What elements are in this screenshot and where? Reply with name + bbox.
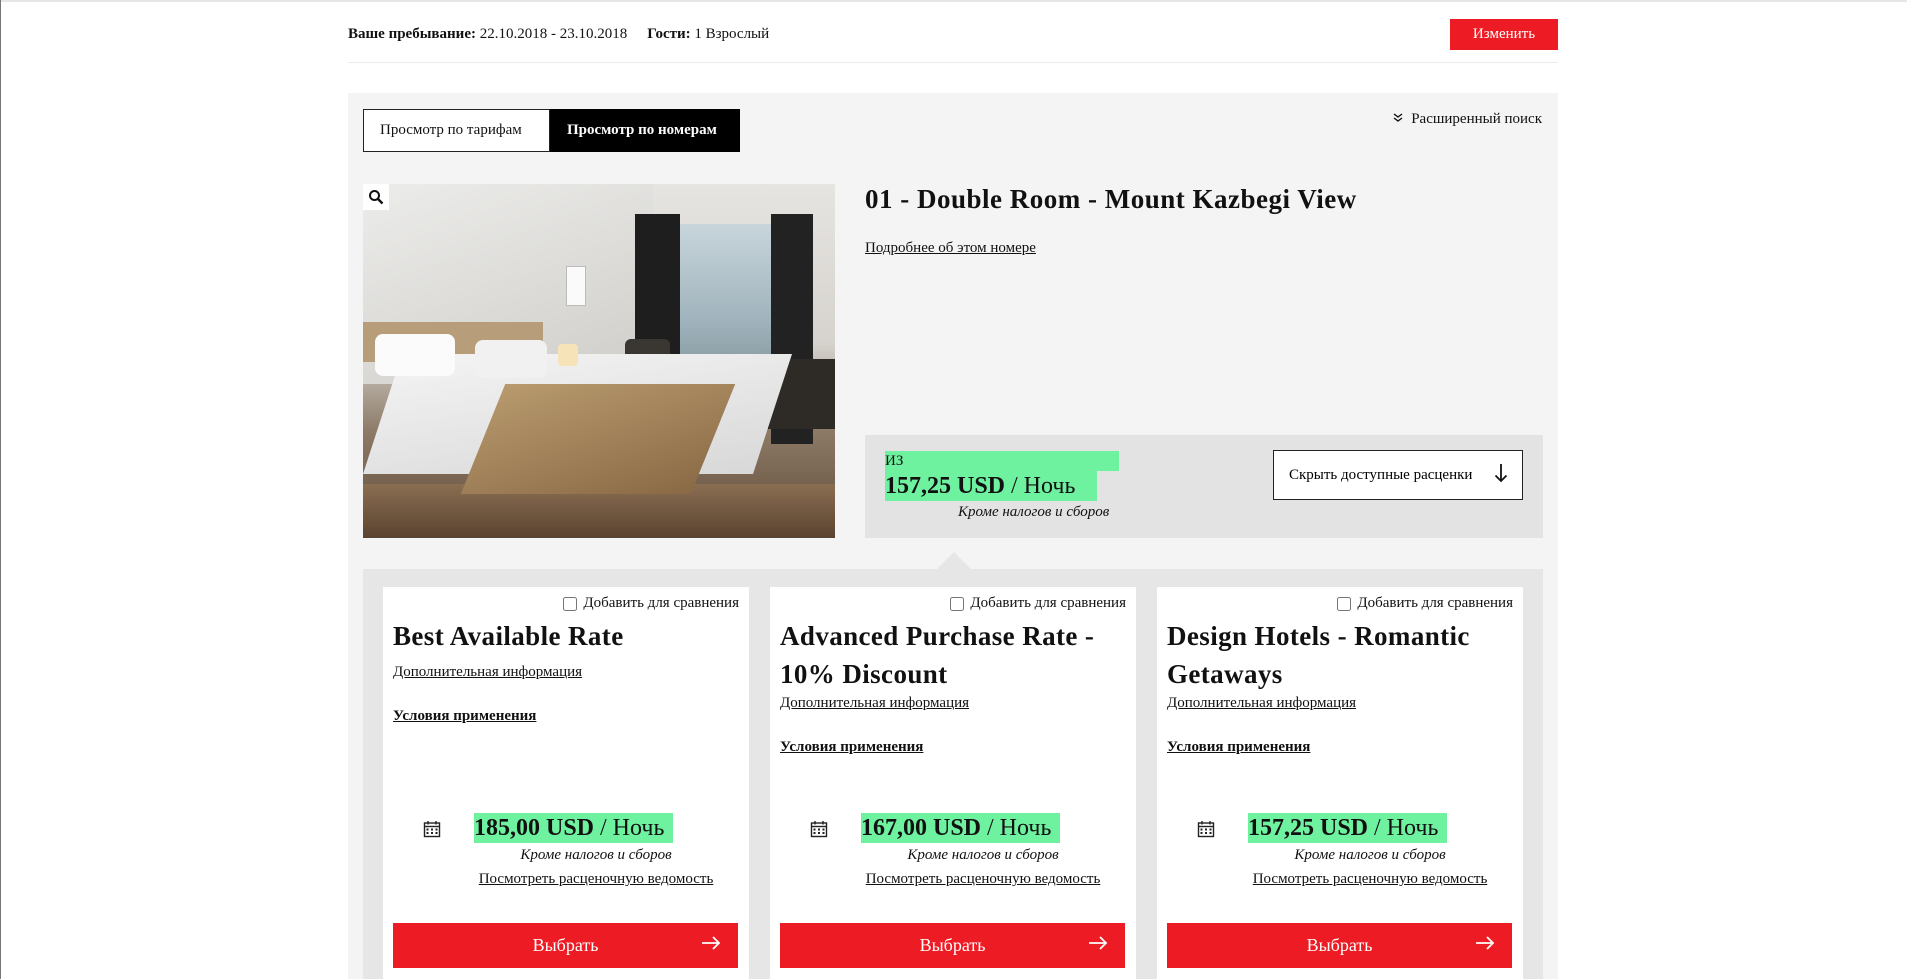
rate-terms-link[interactable]: Условия применения (393, 708, 536, 725)
tax-note: Кроме налогов и сборов (958, 504, 1110, 520)
room-details-link[interactable]: Подробнее об этом номере (865, 240, 1036, 257)
photo-pillow (475, 340, 547, 378)
rates-panel: Добавить для сравнения Best Available Ra… (363, 569, 1543, 979)
rate-price-amount: 185,00 USD (474, 815, 595, 841)
stay-guests: Гости: 1 Взрослый (647, 26, 769, 43)
rate-name: Advanced Purchase Rate - 10% Discount (780, 621, 1095, 689)
from-label: ИЗ (885, 451, 1119, 471)
stay-summary-bar: Ваше пребывание: 22.10.2018 - 23.10.2018… (348, 14, 1558, 54)
rates-panel-pointer (937, 552, 971, 569)
window-top-edge (0, 0, 1907, 2)
from-price: 157,25 USD / Ночь (885, 471, 1098, 501)
tax-note: Кроме налогов и сборов (1294, 847, 1446, 863)
select-label: Выбрать (1306, 935, 1373, 955)
photo-pillow (375, 334, 455, 376)
tax-note: Кроме налогов и сборов (907, 847, 1059, 863)
select-label: Выбрать (532, 935, 599, 955)
calendar-icon[interactable] (810, 820, 828, 843)
select-label: Выбрать (919, 935, 986, 955)
arrow-right-icon (1474, 932, 1496, 958)
rate-card: Добавить для сравнения Advanced Purchase… (770, 587, 1136, 979)
select-rate-button[interactable]: Выбрать (393, 923, 738, 968)
select-rate-button[interactable]: Выбрать (1167, 923, 1512, 968)
hide-rates-label: Скрыть доступные расценки (1289, 466, 1473, 483)
rate-terms-link[interactable]: Условия применения (780, 739, 923, 756)
rate-price: 157,25 USD / Ночь (1248, 813, 1448, 843)
room-photo[interactable] (363, 184, 835, 538)
photo-bed-throw (460, 384, 736, 494)
rate-name: Design Hotels - Romantic Getaways (1167, 621, 1470, 689)
divider (348, 62, 1558, 63)
rate-price-amount: 167,00 USD (861, 815, 982, 841)
rate-price: 185,00 USD / Ночь (474, 813, 674, 843)
guests-label: Гости: (647, 25, 691, 42)
arrow-right-icon (1087, 932, 1109, 958)
magnifier-icon[interactable] (363, 184, 389, 210)
stay-dates-value: 22.10.2018 - 23.10.2018 (479, 25, 628, 42)
calendar-icon[interactable] (1197, 820, 1215, 843)
stay-label: Ваше пребывание: (348, 25, 476, 42)
compare-checkbox-group[interactable]: Добавить для сравнения (1337, 595, 1513, 612)
per-night: / Ночь (1374, 815, 1439, 841)
compare-checkbox[interactable] (1337, 596, 1352, 611)
rate-info-link[interactable]: Дополнительная информация (780, 695, 969, 712)
view-tabs: Просмотр по тарифам Просмотр по номерам (363, 109, 740, 152)
tax-note: Кроме налогов и сборов (520, 847, 672, 863)
rate-card: Добавить для сравнения Best Available Ra… (383, 587, 749, 979)
compare-label: Добавить для сравнения (583, 595, 739, 611)
tab-view-by-rates[interactable]: Просмотр по тарифам (363, 109, 550, 152)
rate-price-amount: 157,25 USD (1248, 815, 1369, 841)
rate-name: Best Available Rate (393, 621, 624, 651)
compare-checkbox[interactable] (950, 596, 965, 611)
window-left-edge (0, 0, 1, 979)
rate-info-link[interactable]: Дополнительная информация (393, 664, 582, 681)
compare-checkbox-group[interactable]: Добавить для сравнения (950, 595, 1126, 612)
double-chevron-down-icon (1393, 113, 1403, 126)
hide-rates-button[interactable]: Скрыть доступные расценки (1273, 450, 1523, 500)
calendar-icon[interactable] (423, 820, 441, 843)
compare-label: Добавить для сравнения (970, 595, 1126, 611)
per-night: / Ночь (600, 815, 665, 841)
change-stay-button[interactable]: Изменить (1450, 18, 1558, 50)
compare-checkbox-group[interactable]: Добавить для сравнения (563, 595, 739, 612)
photo-lamp (558, 344, 578, 366)
advanced-search-toggle[interactable]: Расширенный поиск (1393, 111, 1542, 128)
rate-statement-link[interactable]: Посмотреть расценочную ведомость (770, 871, 1136, 888)
per-night: / Ночь (987, 815, 1052, 841)
photo-wall-frame (566, 266, 586, 306)
rate-terms-link[interactable]: Условия применения (1167, 739, 1310, 756)
arrow-down-icon (1494, 463, 1508, 487)
from-price-amount: 157,25 USD (885, 473, 1006, 499)
compare-label: Добавить для сравнения (1357, 595, 1513, 611)
arrow-right-icon (700, 932, 722, 958)
compare-checkbox[interactable] (563, 596, 578, 611)
stay-dates: Ваше пребывание: 22.10.2018 - 23.10.2018 (348, 26, 627, 43)
room-title: 01 - Double Room - Mount Kazbegi View (865, 184, 1357, 214)
room-price-bar: ИЗ 157,25 USD / Ночь Кроме налогов и сбо… (865, 435, 1543, 538)
rate-statement-link[interactable]: Посмотреть расценочную ведомость (383, 871, 749, 888)
rate-price: 167,00 USD / Ночь (861, 813, 1061, 843)
room-results-panel: Просмотр по тарифам Просмотр по номерам … (348, 93, 1558, 979)
select-rate-button[interactable]: Выбрать (780, 923, 1125, 968)
per-night: / Ночь (1011, 473, 1076, 499)
rate-card: Добавить для сравнения Design Hotels - R… (1157, 587, 1523, 979)
tab-view-by-rooms[interactable]: Просмотр по номерам (550, 109, 740, 152)
stay-info: Ваше пребывание: 22.10.2018 - 23.10.2018… (348, 26, 769, 43)
rate-info-link[interactable]: Дополнительная информация (1167, 695, 1356, 712)
guests-value: 1 Взрослый (694, 25, 770, 42)
rate-statement-link[interactable]: Посмотреть расценочную ведомость (1157, 871, 1523, 888)
advanced-search-label: Расширенный поиск (1411, 111, 1542, 127)
